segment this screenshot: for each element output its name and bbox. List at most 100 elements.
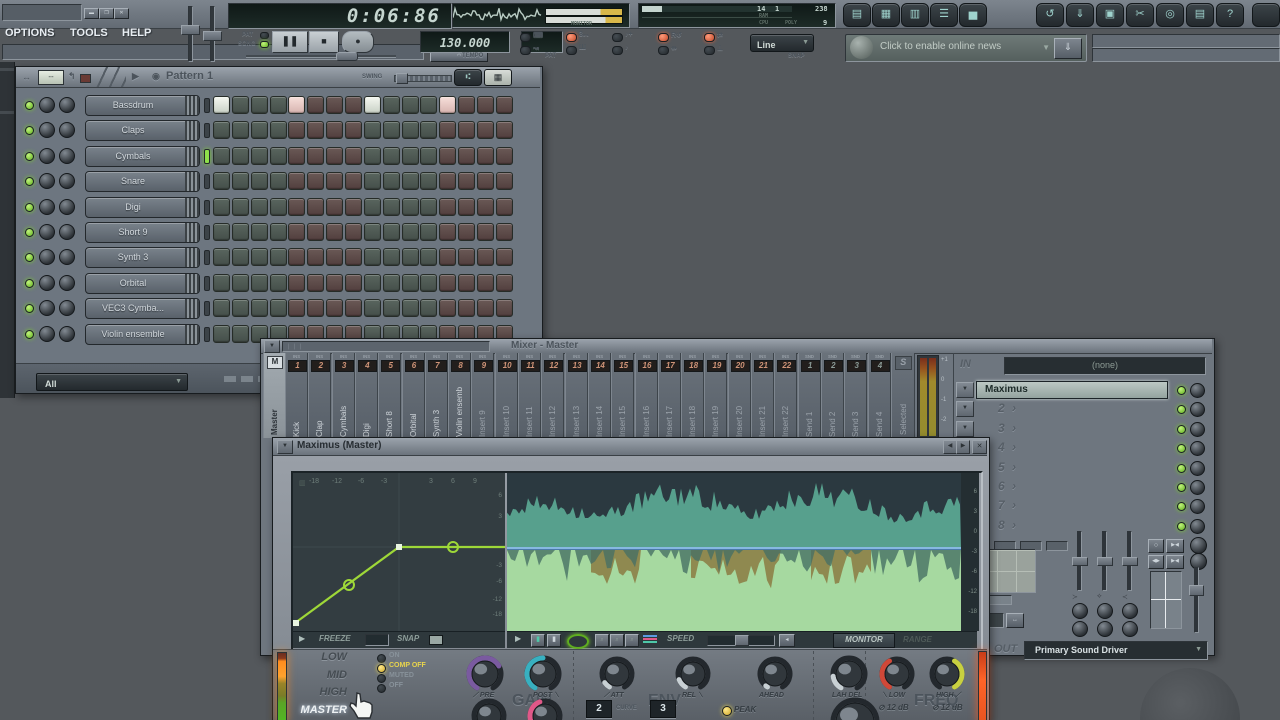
step-cell[interactable] xyxy=(495,121,513,140)
step-cell[interactable] xyxy=(307,197,325,216)
eq-slider-handle[interactable] xyxy=(1072,557,1088,566)
eq-band-knob[interactable] xyxy=(1122,621,1138,637)
channel-select-indicator[interactable] xyxy=(204,199,210,215)
channel-pan-knob[interactable] xyxy=(39,173,55,190)
mixer-strip-send-4[interactable]: SND 4 Send 4 xyxy=(867,353,891,438)
channel-pan-knob[interactable] xyxy=(39,147,55,164)
mixer-strip-insert-21[interactable]: INS 21 Insert 21 xyxy=(751,353,774,438)
mixer-strip-insert-9[interactable]: INS 9 Insert 9 xyxy=(471,353,495,438)
step-cell[interactable] xyxy=(250,172,268,191)
song-mode-led[interactable] xyxy=(260,41,269,48)
eq-band-knob[interactable] xyxy=(1097,621,1113,637)
step-cell[interactable] xyxy=(495,273,513,292)
zoom-button[interactable]: ◎ xyxy=(1156,3,1184,27)
step-cell[interactable] xyxy=(288,172,306,191)
channel-select-indicator[interactable] xyxy=(204,326,210,342)
step-cell[interactable] xyxy=(363,223,381,241)
step-cell[interactable] xyxy=(269,96,287,114)
loop-record-icon[interactable]: ⇄ xyxy=(717,31,723,39)
step-cell[interactable] xyxy=(344,273,362,292)
oscilloscope[interactable]: MONITOR xyxy=(452,3,630,28)
channel-select-indicator[interactable] xyxy=(204,275,210,291)
step-cell[interactable] xyxy=(250,248,268,267)
pattern-display-button[interactable]: -- xyxy=(38,70,64,85)
channel-pan-knob[interactable] xyxy=(39,249,55,266)
wave-zoom-button-3[interactable]: ⌕ xyxy=(625,634,639,647)
step-cell[interactable] xyxy=(439,248,457,267)
fx-slot-mix-knob[interactable] xyxy=(1190,480,1205,495)
step-cell[interactable] xyxy=(250,146,268,165)
maximus-titlebar[interactable]: ▼ Maximus (Master) ◀ ▶ ✕ xyxy=(273,438,987,456)
next-preset-button[interactable]: ▶ xyxy=(956,440,970,454)
channel-volume-knob[interactable] xyxy=(59,249,75,266)
stepseq-title[interactable]: Pattern 1 xyxy=(166,70,213,82)
play-pattern-icon[interactable]: ▶ xyxy=(132,71,139,82)
step-cell[interactable] xyxy=(326,172,344,191)
wave-mode-button-1[interactable]: ▮ xyxy=(531,634,545,647)
step-cell[interactable] xyxy=(231,172,249,191)
wait-input-led[interactable] xyxy=(658,33,669,42)
step-cell[interactable] xyxy=(363,197,381,216)
speed-label[interactable]: SPEED xyxy=(667,634,694,643)
channel-select-indicator[interactable] xyxy=(204,98,210,113)
pat-mode-led[interactable] xyxy=(260,32,269,39)
channel-enable-led[interactable] xyxy=(25,304,34,314)
shuffle-slider[interactable] xyxy=(246,55,396,57)
channel-filter-selector[interactable]: All ▼ xyxy=(36,373,188,391)
channel-button[interactable]: Synth 3 xyxy=(85,247,200,269)
step-cell[interactable] xyxy=(307,273,325,292)
high-knob[interactable] xyxy=(928,655,966,693)
lah-del-knob[interactable] xyxy=(829,654,869,694)
step-cell[interactable] xyxy=(326,299,344,318)
step-cell[interactable] xyxy=(458,146,476,165)
step-cell[interactable] xyxy=(231,146,249,165)
channel-select-indicator[interactable] xyxy=(204,250,210,266)
step-cell[interactable] xyxy=(269,273,287,292)
channel-pan-knob[interactable] xyxy=(39,224,55,240)
channel-button[interactable]: Bassdrum xyxy=(85,95,200,116)
pat-mode-label[interactable]: PAT xyxy=(242,32,253,38)
browser-button[interactable]: ☰ xyxy=(930,3,958,27)
punch-led[interactable] xyxy=(658,46,669,55)
step-cell[interactable] xyxy=(288,96,306,114)
step-cell[interactable] xyxy=(401,146,419,165)
radio-label-muted[interactable]: MUTED xyxy=(389,672,414,679)
step-cell[interactable] xyxy=(382,121,400,140)
step-cell[interactable] xyxy=(288,273,306,292)
step-cell[interactable] xyxy=(231,324,249,343)
curve-snap-label[interactable]: SNAP xyxy=(397,634,419,643)
fx-slot-enable-led[interactable] xyxy=(1177,483,1186,492)
step-cell[interactable] xyxy=(344,172,362,191)
step-cell[interactable] xyxy=(439,273,457,292)
step-cell[interactable] xyxy=(401,273,419,292)
mixer-strip-insert-19[interactable]: INS 19 Insert 19 xyxy=(704,353,728,438)
freeze-value-box[interactable] xyxy=(365,634,389,646)
mixer-button[interactable]: ▅ xyxy=(959,3,987,27)
time-display[interactable]: 0:06:86 xyxy=(228,3,452,29)
step-cell[interactable] xyxy=(213,121,230,140)
undo-pattern-icon[interactable]: ↰ xyxy=(68,71,76,82)
step-cell[interactable] xyxy=(344,223,362,241)
fx-slot-mix-knob[interactable] xyxy=(1190,441,1205,457)
step-cell[interactable] xyxy=(495,299,513,318)
step-cell[interactable] xyxy=(401,248,419,267)
release-curve-selector[interactable]: 3 xyxy=(650,700,676,718)
band-tab-high[interactable]: HIGH xyxy=(289,686,348,702)
step-cell[interactable] xyxy=(250,121,268,140)
step-cell[interactable] xyxy=(344,299,362,318)
step-cell[interactable] xyxy=(458,172,476,191)
loop-record-led[interactable] xyxy=(704,33,715,42)
fx-input-selector[interactable]: (none) xyxy=(1004,357,1206,375)
channel-enable-led[interactable] xyxy=(25,101,34,110)
step-cell[interactable] xyxy=(269,172,287,191)
step-cell[interactable] xyxy=(326,223,344,241)
step-cell[interactable] xyxy=(420,299,438,318)
step-cell[interactable] xyxy=(250,197,268,216)
eq-freq-knob[interactable] xyxy=(1097,603,1113,619)
step-cell[interactable] xyxy=(250,273,268,292)
eq-freq-knob[interactable] xyxy=(1072,603,1088,619)
step-cell[interactable] xyxy=(476,248,494,267)
wave-extra-button[interactable]: ◂ xyxy=(779,634,795,647)
pre-knob[interactable] xyxy=(465,654,505,694)
fx-slot-5[interactable]: ▼5› xyxy=(954,459,1213,477)
